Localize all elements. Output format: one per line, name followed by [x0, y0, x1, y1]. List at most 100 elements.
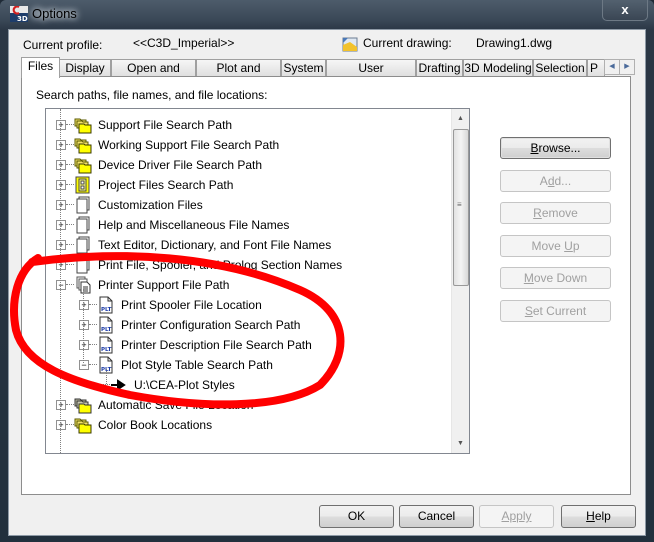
remove-mnemonic: R: [533, 206, 542, 220]
tree-node-label: Help and Miscellaneous File Names: [98, 218, 290, 232]
arrow-left-icon: ◀: [609, 63, 615, 70]
expand-icon[interactable]: +: [56, 240, 66, 250]
tree-node[interactable]: + Help and Miscellaneous File Names: [46, 215, 452, 235]
tab-open-and-save[interactable]: Open and Save: [111, 59, 196, 92]
scroll-up-button[interactable]: ▲: [452, 110, 469, 127]
expand-icon[interactable]: +: [56, 120, 66, 130]
tree-node-label: Color Book Locations: [98, 418, 213, 432]
browse-button[interactable]: Browse...: [500, 137, 611, 159]
civil3d-app-icon: 3D: [10, 5, 28, 23]
arrow-right-icon: ▶: [624, 63, 630, 70]
tree-node-label: Support File Search Path: [98, 118, 233, 132]
folder-stack-icon: [74, 416, 92, 434]
apply-button[interactable]: Apply: [479, 505, 554, 528]
window-title: Options: [32, 6, 77, 21]
options-dialog: 3D Options x Current profile: <<C3D_Impe…: [0, 0, 654, 542]
move-up-mnemonic: U: [564, 239, 573, 253]
file-stack-icon: [74, 236, 92, 254]
tree-node[interactable]: + Automatic Save File Location: [46, 395, 452, 415]
tab-scroll-left-button[interactable]: ◀: [604, 59, 620, 75]
expand-icon[interactable]: +: [56, 200, 66, 210]
set-current-button[interactable]: Set Current: [500, 300, 611, 322]
current-drawing-label: Current drawing:: [363, 36, 452, 50]
close-button[interactable]: x: [602, 0, 648, 21]
tree-node-label: Print Spooler File Location: [121, 298, 262, 312]
tree-connector: [66, 184, 74, 185]
tree-connector: [89, 324, 97, 325]
tree-node[interactable]: − Printer Support File Path: [46, 275, 452, 295]
tree-node[interactable]: + Customization Files: [46, 195, 452, 215]
tree-node[interactable]: + Print File, Spooler, and Prolog Section…: [46, 255, 452, 275]
arrow-down-icon: ▼: [457, 440, 464, 447]
tree-guide-line: [60, 109, 61, 453]
folder-stack-icon: [74, 136, 92, 154]
tree-guide-line: [106, 369, 107, 384]
tree-node[interactable]: + Working Support File Search Path: [46, 135, 452, 155]
project-files-icon: [74, 176, 92, 194]
tree-node-label: Project Files Search Path: [98, 178, 234, 192]
expand-icon[interactable]: +: [79, 320, 89, 330]
tree-node[interactable]: + Project Files Search Path: [46, 175, 452, 195]
expand-icon[interactable]: +: [79, 340, 89, 350]
tree-node-label: Printer Support File Path: [98, 278, 230, 292]
tab-user-preferences[interactable]: User Preferences: [326, 59, 416, 92]
svg-text:PLT: PLT: [101, 307, 112, 313]
tree-node[interactable]: + PLT Printer Description File Search Path: [46, 335, 452, 355]
tree-connector: [66, 124, 74, 125]
tab-files[interactable]: Files: [21, 57, 60, 78]
tab-drafting[interactable]: Drafting: [416, 59, 463, 77]
tab-display[interactable]: Display: [59, 59, 111, 77]
expand-icon[interactable]: +: [79, 300, 89, 310]
expand-icon[interactable]: +: [56, 220, 66, 230]
folder-stack-dark-icon: [74, 396, 92, 414]
add-label-a: A: [539, 174, 548, 188]
cancel-button[interactable]: Cancel: [399, 505, 474, 528]
move-down-mnemonic: M: [523, 271, 534, 285]
tab-selection[interactable]: Selection: [533, 59, 587, 77]
file-locations-tree[interactable]: ▲ ≡ ▼ + Support File Search Path + Working …: [45, 108, 470, 454]
tree-node[interactable]: + Support File Search Path: [46, 115, 452, 135]
move-up-button[interactable]: Move Up: [500, 235, 611, 257]
tree-node-label: Customization Files: [98, 198, 203, 212]
expand-icon[interactable]: +: [56, 400, 66, 410]
title-bar[interactable]: 3D Options x: [0, 0, 654, 28]
scroll-thumb[interactable]: ≡: [453, 129, 469, 286]
tree-node[interactable]: + PLT Print Spooler File Location: [46, 295, 452, 315]
remove-button[interactable]: Remove: [500, 202, 611, 224]
ok-button[interactable]: OK: [319, 505, 394, 528]
scroll-down-button[interactable]: ▼: [452, 435, 469, 452]
tree-node[interactable]: + Text Editor, Dictionary, and Font File …: [46, 235, 452, 255]
tree-node[interactable]: + Color Book Locations: [46, 415, 452, 435]
tree-node[interactable]: + PLT Printer Configuration Search Path: [46, 315, 452, 335]
add-button[interactable]: Add...: [500, 170, 611, 192]
tab-profiles-partial[interactable]: P: [587, 59, 605, 77]
tree-node-label: Printer Configuration Search Path: [121, 318, 301, 332]
expand-icon[interactable]: +: [56, 420, 66, 430]
tree-node[interactable]: + Device Driver File Search Path: [46, 155, 452, 175]
help-button[interactable]: Help: [561, 505, 636, 528]
tree-connector: [66, 204, 74, 205]
remove-label-rest: emove: [541, 206, 578, 220]
tab-plot-and-publish[interactable]: Plot and Publish: [196, 59, 281, 92]
move-down-button[interactable]: Move Down: [500, 267, 611, 289]
expand-icon[interactable]: +: [56, 180, 66, 190]
move-up-label-a: Move: [531, 239, 565, 253]
tree-node-label: Print File, Spooler, and Prolog Section …: [98, 258, 343, 272]
tree-guide-line: [83, 289, 84, 363]
expand-icon[interactable]: +: [56, 260, 66, 270]
tree-vertical-scrollbar[interactable]: ▲ ≡ ▼: [451, 109, 469, 453]
browse-mnemonic: B: [530, 141, 539, 155]
expand-icon[interactable]: +: [56, 160, 66, 170]
tab-scroll-right-button[interactable]: ▶: [619, 59, 635, 75]
tab-3d-modeling[interactable]: 3D Modeling: [463, 59, 533, 77]
grip-icon: ≡: [457, 200, 462, 209]
tree-node-label: Automatic Save File Location: [98, 398, 254, 412]
collapse-icon[interactable]: −: [79, 360, 89, 370]
tree-connector: [66, 244, 74, 245]
collapse-icon[interactable]: −: [56, 280, 66, 290]
current-profile-label: Current profile:: [23, 38, 103, 52]
expand-icon[interactable]: +: [56, 140, 66, 150]
tree-node-label: Device Driver File Search Path: [98, 158, 263, 172]
tab-system[interactable]: System: [281, 59, 326, 77]
tree-node-label: Plot Style Table Search Path: [121, 358, 273, 372]
